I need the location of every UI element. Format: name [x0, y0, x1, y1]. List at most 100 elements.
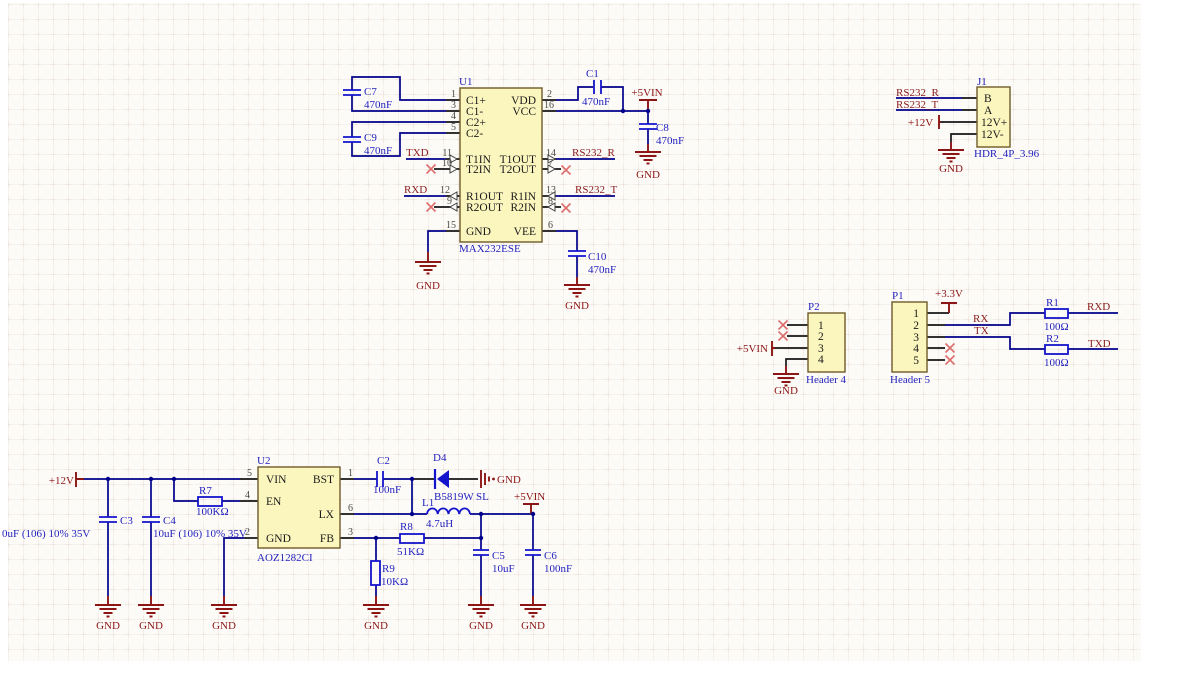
gnd-label[interactable]: GND — [565, 300, 589, 312]
gnd-label[interactable]: GND — [96, 620, 120, 632]
c2-designator[interactable]: C2 — [377, 455, 390, 467]
power-label-5vin[interactable]: +5VIN — [514, 491, 545, 503]
u1-pin-number: 2 — [547, 89, 552, 100]
r1-value[interactable]: 100Ω — [1044, 321, 1069, 333]
c4-value[interactable]: 10uF (106) 10% 35V — [153, 528, 247, 540]
d4-designator[interactable]: D4 — [433, 452, 447, 464]
u1-pin-name: VEE — [514, 226, 536, 238]
net-label-tx[interactable]: TX — [974, 325, 989, 337]
power-label-12v[interactable]: +12V — [908, 117, 933, 129]
p2-part-name[interactable]: Header 4 — [806, 374, 847, 386]
c10-designator[interactable]: C10 — [588, 251, 607, 263]
r7-designator[interactable]: R7 — [199, 485, 212, 497]
r9-value[interactable]: 10KΩ — [381, 576, 408, 588]
u1-pin-number: 3 — [451, 100, 456, 111]
net-label-txd[interactable]: TXD — [1088, 338, 1111, 350]
j1-designator[interactable]: J1 — [977, 76, 987, 88]
c3-value[interactable]: 0uF (106) 10% 35V — [2, 528, 90, 540]
c5-designator[interactable]: C5 — [492, 550, 505, 562]
c1-designator[interactable]: C1 — [586, 68, 599, 80]
net-label-rs232t[interactable]: RS232_T — [575, 184, 617, 196]
p2-pin-number: 2 — [818, 331, 824, 343]
p2-body[interactable] — [808, 313, 845, 372]
power-label-5vin[interactable]: +5VIN — [631, 87, 662, 99]
d4-package[interactable]: SL — [476, 491, 489, 503]
r9-designator[interactable]: R9 — [382, 563, 395, 575]
u1-designator[interactable]: U1 — [459, 76, 472, 88]
u1-pin-name: T2IN — [466, 164, 492, 176]
power-label-12v[interactable]: +12V — [49, 475, 74, 487]
p1-part-name[interactable]: Header 5 — [890, 374, 931, 386]
c4-designator[interactable]: C4 — [163, 515, 176, 527]
u2-designator[interactable]: U2 — [257, 455, 270, 467]
c6-value[interactable]: 100nF — [544, 563, 572, 575]
gnd-label[interactable]: GND — [416, 280, 440, 292]
gnd-label[interactable]: GND — [636, 169, 660, 181]
c7-value[interactable]: 470nF — [364, 99, 392, 111]
c3-designator[interactable]: C3 — [120, 515, 133, 527]
u2-pin-number: 1 — [348, 468, 353, 479]
c10-value[interactable]: 470nF — [588, 264, 616, 276]
c8-designator[interactable]: C8 — [656, 122, 669, 134]
gnd-symbol-dot — [492, 478, 495, 481]
r1-designator[interactable]: R1 — [1046, 297, 1059, 309]
u1-pin-number: 8 — [548, 196, 553, 207]
u1-pin-number: 1 — [451, 89, 456, 100]
u1-pin-name: R2OUT — [466, 202, 503, 214]
u1-part-name[interactable]: MAX232ESE — [459, 243, 521, 255]
p1-pin-number: 4 — [913, 343, 919, 355]
u1-pin-number: 10 — [442, 158, 452, 169]
net-label-rx[interactable]: RX — [973, 313, 988, 325]
c9-designator[interactable]: C9 — [364, 132, 377, 144]
net-label-rs232r[interactable]: RS232_R — [896, 87, 939, 99]
c8-value[interactable]: 470nF — [656, 135, 684, 147]
u2-part-name[interactable]: AOZ1282CI — [257, 552, 313, 564]
c1-value[interactable]: 470nF — [582, 96, 610, 108]
c6-designator[interactable]: C6 — [544, 550, 557, 562]
r8-designator[interactable]: R8 — [400, 521, 413, 533]
c9-value[interactable]: 470nF — [364, 145, 392, 157]
c5-value[interactable]: 10uF — [492, 563, 515, 575]
p1-designator[interactable]: P1 — [892, 290, 904, 302]
r2-designator[interactable]: R2 — [1046, 333, 1059, 345]
c2-value[interactable]: 100nF — [373, 484, 401, 496]
j1-pin-name: A — [984, 105, 993, 117]
net-label-txd[interactable]: TXD — [406, 147, 429, 159]
gnd-label[interactable]: GND — [521, 620, 545, 632]
u1-pin-number: 6 — [548, 220, 553, 231]
r7-value[interactable]: 100KΩ — [196, 506, 229, 518]
p1-body[interactable] — [892, 302, 927, 372]
u2-pin-name: GND — [266, 533, 291, 545]
junction-dot — [646, 109, 650, 113]
gnd-label[interactable]: GND — [497, 474, 521, 486]
schematic-canvas[interactable]: U1 MAX232ESE C1+ C1- C2+ C2- T1IN T2IN R… — [0, 0, 1200, 687]
power-label-3v3[interactable]: +3.3V — [935, 288, 963, 300]
u1-pin-number: 13 — [546, 185, 556, 196]
gnd-label[interactable]: GND — [364, 620, 388, 632]
sheet-grid — [8, 3, 1141, 661]
u2-pin-name: FB — [320, 533, 334, 545]
l1-value[interactable]: 4.7uH — [426, 518, 453, 530]
r2-value[interactable]: 100Ω — [1044, 357, 1069, 369]
power-label-5vin[interactable]: +5VIN — [737, 343, 768, 355]
u2-pin-number: 6 — [348, 503, 353, 514]
gnd-label[interactable]: GND — [939, 163, 963, 175]
junction-dot — [531, 512, 535, 516]
net-label-rxd[interactable]: RXD — [404, 184, 427, 196]
r8-value[interactable]: 51KΩ — [397, 546, 424, 558]
net-label-rxd[interactable]: RXD — [1087, 301, 1110, 313]
u2-pin-name: EN — [266, 496, 282, 508]
gnd-label[interactable]: GND — [469, 620, 493, 632]
l1-designator[interactable]: L1 — [422, 497, 434, 509]
net-label-rs232r[interactable]: RS232_R — [572, 147, 615, 159]
p2-designator[interactable]: P2 — [808, 301, 820, 313]
d4-value[interactable]: B5819W — [434, 491, 474, 503]
c7-designator[interactable]: C7 — [364, 86, 377, 98]
net-label-rs232t[interactable]: RS232_T — [896, 99, 938, 111]
u2-pin-number: 5 — [247, 468, 252, 479]
u1-pin-name: T2OUT — [500, 164, 536, 176]
gnd-label[interactable]: GND — [139, 620, 163, 632]
gnd-label[interactable]: GND — [212, 620, 236, 632]
gnd-label[interactable]: GND — [774, 385, 798, 397]
j1-part-name[interactable]: HDR_4P_3.96 — [974, 148, 1040, 160]
